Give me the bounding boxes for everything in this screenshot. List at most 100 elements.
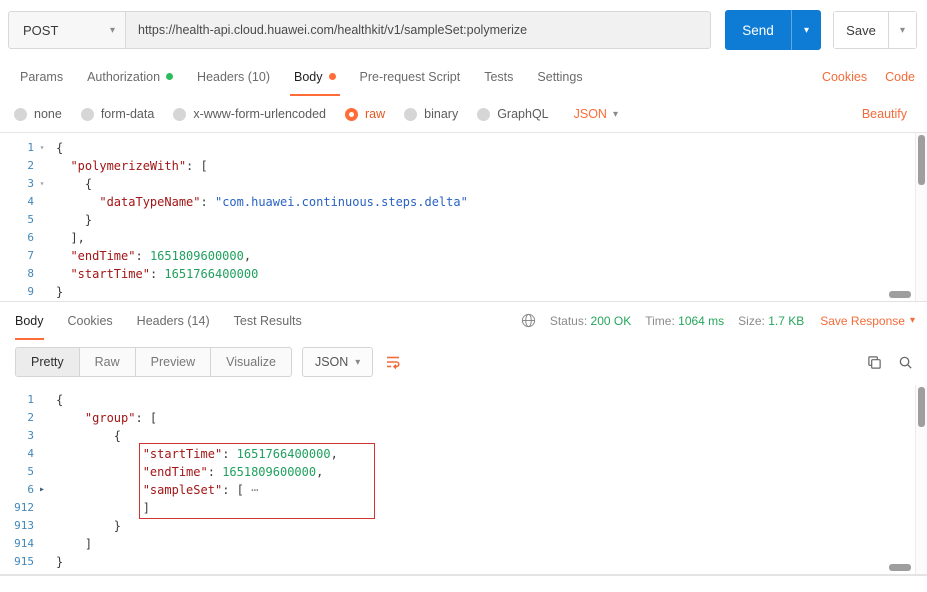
code-line-3[interactable]: 3 {: [0, 427, 927, 445]
response-tab-test-results[interactable]: Test Results: [234, 302, 302, 340]
line-number: 1: [27, 141, 34, 154]
request-url-bar: POST ▾ https://health-api.cloud.huawei.c…: [0, 0, 927, 58]
code-text: {: [56, 141, 64, 155]
code-line-915[interactable]: 915}: [0, 553, 927, 571]
url-input[interactable]: https://health-api.cloud.huawei.com/heal…: [126, 11, 711, 49]
body-format-select[interactable]: JSON ▾: [574, 107, 618, 121]
response-tab-body[interactable]: Body: [15, 302, 44, 340]
code-line-1[interactable]: 1 ▾ {: [0, 139, 927, 157]
fold-collapse-icon[interactable]: ▾: [34, 175, 50, 193]
tab-authorization[interactable]: Authorization: [75, 58, 185, 96]
fold-gutter: [34, 427, 50, 445]
code-line-914[interactable]: 914 ]: [0, 535, 927, 553]
tab-pre-request-script[interactable]: Pre-request Script: [348, 58, 473, 96]
code-line-8[interactable]: 8 "startTime": 1651766400000: [0, 265, 927, 283]
beautify-link[interactable]: Beautify: [862, 107, 913, 121]
response-tabs-list: Body Cookies Headers (14) Test Results: [15, 302, 326, 340]
view-pretty[interactable]: Pretty: [16, 348, 80, 376]
save-button[interactable]: Save: [834, 12, 888, 48]
send-options-dropdown[interactable]: ▾: [791, 10, 821, 50]
bodytype-graphql[interactable]: GraphQL: [477, 107, 549, 121]
request-editor-vscrollbar[interactable]: [915, 133, 927, 301]
body-status-dot: [328, 73, 336, 80]
request-body-editor[interactable]: 1 ▾{2 "polymerizeWith": [3 ▾ {4 "dataTypeN…: [0, 133, 927, 301]
code-line-6[interactable]: 6 ],: [0, 229, 927, 247]
bodytype-binary[interactable]: binary: [404, 107, 458, 121]
view-visualize[interactable]: Visualize: [211, 348, 291, 376]
size-badge: Size: 1.7 KB: [738, 314, 804, 328]
response-body-editor[interactable]: 1{2 "group": [3 {4 "startTime": 16517664…: [0, 385, 927, 575]
radio-none[interactable]: [14, 107, 27, 121]
response-editor-hscroll-thumb[interactable]: [889, 564, 911, 571]
bodytype-label: x-www-form-urlencoded: [193, 107, 326, 121]
tab-label: Settings: [537, 70, 583, 84]
line-number: 915: [14, 555, 34, 568]
tab-headers-10[interactable]: Headers (10): [185, 58, 282, 96]
radio-raw-selected[interactable]: [345, 107, 358, 121]
bodytype-raw[interactable]: raw: [345, 107, 385, 121]
response-meta: Status: 200 OK Time: 1064 ms Size: 1.7 K…: [521, 313, 915, 328]
bodytype-label: binary: [424, 107, 459, 121]
response-tab-cookies[interactable]: Cookies: [68, 302, 113, 340]
radio-graphql[interactable]: [477, 107, 491, 121]
code-line-9[interactable]: 9}: [0, 283, 927, 301]
view-raw[interactable]: Raw: [80, 348, 136, 376]
fold-expand-icon[interactable]: ▸: [34, 481, 50, 499]
tab-tests[interactable]: Tests: [472, 58, 525, 96]
request-editor-vscroll-thumb[interactable]: [918, 135, 925, 185]
tab-label: Authorization: [87, 70, 161, 84]
cookies-link[interactable]: Cookies: [822, 70, 867, 84]
bodytype-x-www-form-urlencoded[interactable]: x-www-form-urlencoded: [173, 107, 326, 121]
code-line-2[interactable]: 2 "group": [: [0, 409, 927, 427]
tab-settings[interactable]: Settings: [525, 58, 594, 96]
code-line-912[interactable]: 912 ]: [0, 499, 927, 517]
response-editor-vscroll-thumb[interactable]: [918, 387, 925, 427]
code-link[interactable]: Code: [885, 70, 915, 84]
request-editor-hscroll-thumb[interactable]: [889, 291, 911, 298]
code-line-5[interactable]: 5 "endTime": 1651809600000,: [0, 463, 927, 481]
method-select[interactable]: POST ▾: [8, 11, 126, 49]
radio-binary[interactable]: [404, 107, 418, 121]
copy-response-button[interactable]: [867, 355, 882, 370]
code-text: }: [56, 285, 64, 299]
response-tab-headers-14[interactable]: Headers (14): [137, 302, 210, 340]
wrap-lines-button[interactable]: [385, 354, 401, 370]
code-line-6[interactable]: 6 ▸ "sampleSet": [ ⋯: [0, 481, 927, 499]
save-options-dropdown[interactable]: ▾: [888, 12, 916, 48]
view-preview[interactable]: Preview: [136, 348, 212, 376]
bodytype-none[interactable]: none: [14, 107, 62, 121]
radio-x-www-form-urlencoded[interactable]: [173, 107, 187, 121]
code-line-3[interactable]: 3 ▾ {: [0, 175, 927, 193]
save-response-label: Save Response: [820, 313, 905, 328]
code-line-913[interactable]: 913 }: [0, 517, 927, 535]
send-button[interactable]: Send: [725, 10, 791, 50]
code-line-2[interactable]: 2 "polymerizeWith": [: [0, 157, 927, 175]
code-line-4[interactable]: 4 "startTime": 1651766400000,: [0, 445, 927, 463]
code-line-5[interactable]: 5 }: [0, 211, 927, 229]
fold-collapse-icon[interactable]: ▾: [34, 139, 50, 157]
code-line-7[interactable]: 7 "endTime": 1651809600000,: [0, 247, 927, 265]
collapsed-content-ellipsis[interactable]: ⋯: [251, 483, 259, 497]
fold-gutter: [34, 211, 50, 229]
tab-body[interactable]: Body: [282, 58, 348, 96]
code-text: ]: [56, 537, 93, 551]
copy-icon: [868, 355, 881, 369]
status-value: 200 OK: [590, 313, 632, 328]
save-response-button[interactable]: Save Response ▾: [820, 314, 915, 328]
search-response-button[interactable]: [898, 355, 913, 370]
tab-params[interactable]: Params: [8, 58, 75, 96]
radio-form-data[interactable]: [80, 107, 94, 121]
fold-gutter: [34, 553, 50, 571]
response-format-select[interactable]: JSON ▾: [301, 347, 374, 377]
fold-gutter: [34, 283, 50, 301]
bodytype-form-data[interactable]: form-data: [80, 107, 154, 121]
line-number: 7: [27, 249, 34, 262]
line-number: 8: [27, 267, 34, 280]
code-line-4[interactable]: 4 "dataTypeName": "com.huawei.continuous…: [0, 193, 927, 211]
code-text: {: [56, 393, 64, 407]
code-line-1[interactable]: 1{: [0, 391, 927, 409]
line-number: 3: [27, 429, 34, 442]
globe-icon: [521, 313, 536, 328]
response-toolbar: Pretty Raw Preview Visualize JSON ▾: [0, 339, 927, 385]
response-editor-vscrollbar[interactable]: [915, 385, 927, 574]
